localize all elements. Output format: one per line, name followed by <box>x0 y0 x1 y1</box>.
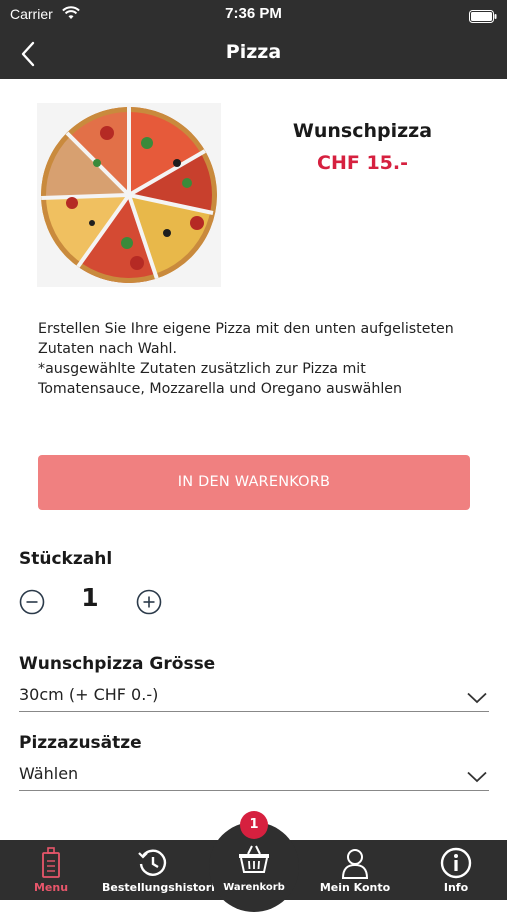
product-description: Erstellen Sie Ihre eigene Pizza mit den … <box>38 319 478 399</box>
size-select[interactable]: 30cm (+ CHF 0.-) <box>19 685 489 712</box>
status-bar: Carrier 7:36 PM <box>0 0 507 28</box>
menu-icon <box>41 847 61 882</box>
chevron-down-icon <box>467 768 487 787</box>
tab-my-account[interactable]: Mein Konto <box>306 840 404 900</box>
tab-order-history[interactable]: Bestellungshistorie <box>102 840 223 900</box>
quantity-value: 1 <box>81 583 99 612</box>
cart-count-badge: 1 <box>240 811 268 839</box>
extras-selected-value: Wählen <box>19 764 79 783</box>
extras-select[interactable]: Wählen <box>19 764 489 791</box>
pizza-image <box>37 103 221 287</box>
description-line: Erstellen Sie Ihre eigene Pizza mit den … <box>38 321 454 337</box>
navigation-bar: Pizza <box>0 28 507 79</box>
chevron-down-icon <box>467 689 487 708</box>
page-title: Pizza <box>225 41 282 63</box>
product-name: Wunschpizza <box>292 120 433 142</box>
size-label: Wunschpizza Grösse <box>19 654 216 674</box>
tab-label: Info <box>443 881 469 894</box>
user-icon <box>340 847 370 882</box>
extras-label: Pizzazusätze <box>19 733 142 753</box>
size-selected-value: 30cm (+ CHF 0.-) <box>19 685 159 704</box>
tab-label: Mein Konto <box>319 881 391 894</box>
tab-info[interactable]: Info <box>405 840 507 900</box>
plus-icon[interactable] <box>136 589 162 615</box>
minus-icon[interactable] <box>19 589 45 615</box>
tab-label: Menu <box>33 881 69 894</box>
quantity-label: Stückzahl <box>19 549 113 569</box>
basket-icon <box>238 844 270 878</box>
info-icon <box>440 847 472 882</box>
product-price: CHF 15.- <box>317 152 408 174</box>
description-line: Zutaten nach Wahl. <box>38 341 178 357</box>
battery-icon <box>469 8 497 27</box>
add-to-cart-button[interactable]: IN DEN WARENKORB <box>38 455 470 510</box>
status-time: 7:36 PM <box>225 5 282 22</box>
description-line: Tomatensauce, Mozzarella und Oregano aus… <box>38 381 403 397</box>
description-line: *ausgewählte Zutaten zusätzlich zur Pizz… <box>38 361 366 377</box>
tab-label: Warenkorb <box>223 882 285 893</box>
history-icon <box>137 847 169 882</box>
tab-menu[interactable]: Menu <box>0 840 102 900</box>
tab-label: Bestellungshistorie <box>102 881 223 894</box>
